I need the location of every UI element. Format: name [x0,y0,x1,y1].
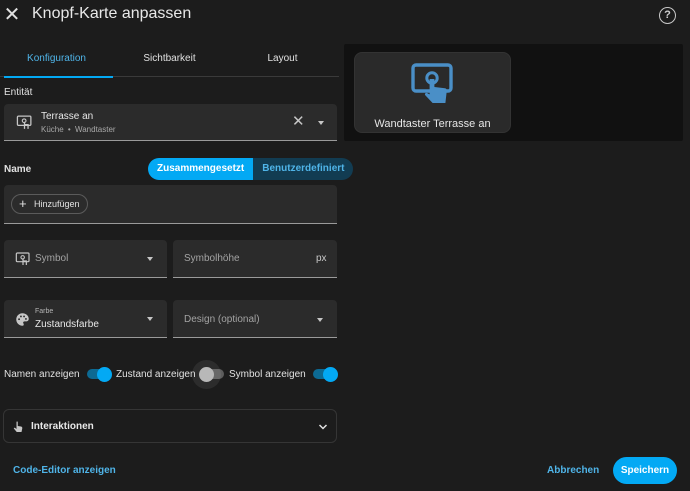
remote-button-icon [15,251,31,272]
show-icon-toggle[interactable] [313,366,338,382]
palette-icon [15,312,30,332]
toggle-knob [97,366,112,382]
gesture-tap-icon [12,420,24,439]
color-picker[interactable]: Farbe Zustandsfarbe [4,300,167,338]
entity-device: Wandtaster [74,125,116,134]
color-field-label: Farbe [35,308,54,315]
tab-layout[interactable]: Layout [226,44,339,76]
save-button[interactable]: Speichern [613,457,677,484]
code-editor-button[interactable]: Code-Editor anzeigen [13,465,116,476]
clear-icon[interactable]: ✕ [292,112,305,130]
mode-custom-option[interactable]: Benutzerdefiniert [253,158,354,180]
name-mode-toggle: Zusammengesetzt Benutzerdefiniert [148,158,354,180]
entity-separator: • [67,125,71,134]
chevron-down-icon [317,420,329,438]
name-section-label: Name [4,164,32,175]
symbol-placeholder: Symbol [35,253,69,264]
entity-picker[interactable]: Terrasse an Küche • Wandtaster ✕ [4,104,337,141]
entity-context: Küche • Wandtaster [41,125,116,134]
tab-konfiguration[interactable]: Konfiguration [0,44,113,78]
color-field-value: Zustandsfarbe [35,319,99,330]
show-state-toggle[interactable] [199,366,224,382]
cancel-button[interactable]: Abbrechen [547,465,599,476]
symbol-picker[interactable]: Symbol [4,240,167,278]
remote-button-icon [16,114,33,136]
entity-area: Küche [41,125,64,134]
remote-button-icon [409,59,457,112]
preview-button-card[interactable]: Wandtaster Terrasse an [354,52,511,133]
plus-icon: + [19,196,27,211]
show-name-label: Namen anzeigen [4,369,80,380]
dialog-title: Knopf-Karte anpassen [32,5,192,22]
help-icon[interactable]: ? [659,7,676,24]
chevron-down-icon[interactable] [317,318,323,322]
editor-tabs: Konfiguration Sichtbarkeit Layout [0,44,339,78]
chevron-down-icon[interactable] [318,121,324,125]
entity-section-label: Entität [4,87,33,98]
design-picker[interactable]: Design (optional) [173,300,337,338]
card-preview-panel: Wandtaster Terrasse an [344,44,683,141]
entity-name: Terrasse an [41,111,94,122]
mode-composite-option[interactable]: Zusammengesetzt [148,158,254,180]
interactions-label: Interaktionen [31,421,94,432]
dialog-header: ✕ Knopf-Karte anpassen ? [0,0,690,34]
design-placeholder: Design (optional) [184,314,260,325]
show-name-toggle[interactable] [87,366,112,382]
close-icon[interactable]: ✕ [3,4,21,26]
px-suffix: px [316,253,327,264]
show-icon-label: Symbol anzeigen [229,369,306,380]
add-label: Hinzufügen [34,199,80,209]
interactions-expander[interactable]: Interaktionen [3,409,337,443]
chevron-down-icon[interactable] [147,317,153,321]
symbol-height-placeholder: Symbolhöhe [184,253,240,264]
toggle-knob [199,366,214,382]
chevron-down-icon[interactable] [147,257,153,261]
show-state-label: Zustand anzeigen [116,369,196,380]
preview-card-label: Wandtaster Terrasse an [374,118,491,130]
symbol-height-field[interactable]: Symbolhöhe px [173,240,337,278]
add-name-part-button[interactable]: + Hinzufügen [11,194,88,214]
tab-sichtbarkeit[interactable]: Sichtbarkeit [113,44,226,76]
toggle-knob [323,366,338,382]
